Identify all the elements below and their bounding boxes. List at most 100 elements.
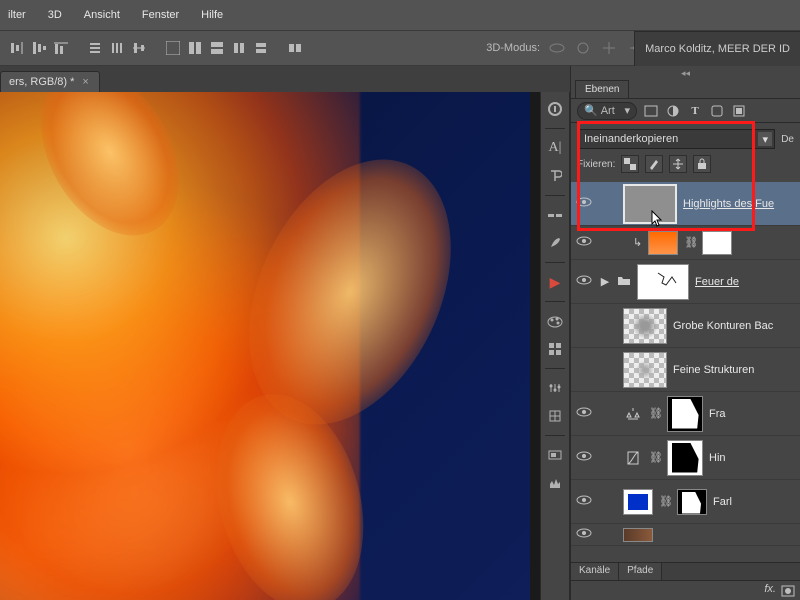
- roll-3d-icon[interactable]: [574, 39, 592, 57]
- menu-fenster[interactable]: Fenster: [142, 9, 179, 21]
- layer-filter-type[interactable]: 🔍 Art ▾: [577, 102, 637, 120]
- visibility-icon[interactable]: [575, 406, 593, 421]
- layer-mask-thumbnail[interactable]: [702, 231, 732, 255]
- orbit-3d-icon[interactable]: [548, 39, 566, 57]
- layer-mask-thumbnail[interactable]: [667, 440, 703, 476]
- styles-panel-icon[interactable]: [544, 405, 566, 427]
- layer-name[interactable]: Fra: [709, 408, 796, 420]
- layer-row[interactable]: ⛓ Hin: [571, 436, 800, 480]
- brushpresets-panel-icon[interactable]: [544, 232, 566, 254]
- tab-ebenen[interactable]: Ebenen: [575, 80, 629, 98]
- layer-thumbnail[interactable]: [623, 489, 653, 515]
- layer-name[interactable]: Feine Strukturen: [673, 364, 796, 376]
- menu-ansicht[interactable]: Ansicht: [84, 9, 120, 21]
- brush-panel-icon[interactable]: [544, 204, 566, 226]
- modus-label: 3D-Modus:: [486, 42, 540, 54]
- filter-shape-icon[interactable]: [709, 103, 725, 119]
- blend-mode-value: Ineinanderkopieren: [584, 133, 678, 145]
- layer-thumbnail[interactable]: [637, 264, 689, 300]
- paragraph-panel-icon[interactable]: [544, 165, 566, 187]
- work-area: [0, 92, 570, 600]
- histogram-panel-icon[interactable]: [544, 472, 566, 494]
- lock-all-icon[interactable]: [693, 155, 711, 173]
- layer-mask-thumbnail[interactable]: [677, 489, 707, 515]
- layer-thumbnail[interactable]: [623, 528, 653, 542]
- visibility-icon[interactable]: [575, 274, 593, 289]
- navigator-panel-icon[interactable]: [544, 444, 566, 466]
- visibility-icon[interactable]: [575, 494, 593, 509]
- visibility-icon[interactable]: [575, 527, 593, 542]
- tab-pfade[interactable]: Pfade: [619, 563, 662, 580]
- link-icon[interactable]: ⛓: [684, 236, 696, 249]
- menu-3d[interactable]: 3D: [48, 9, 62, 21]
- fx-button[interactable]: fx.: [764, 583, 776, 599]
- lock-transparency-icon[interactable]: [621, 155, 639, 173]
- filter-type-icon[interactable]: T: [687, 103, 703, 119]
- workspace-button[interactable]: Marco Kolditz, MEER DER ID: [634, 31, 800, 67]
- distribute-icon[interactable]: [108, 39, 126, 57]
- layer-row[interactable]: ⛓ Fra: [571, 392, 800, 436]
- add-mask-icon[interactable]: [780, 583, 796, 599]
- panel-collapse-icon[interactable]: ◂◂: [681, 68, 690, 79]
- menu-hilfe[interactable]: Hilfe: [201, 9, 223, 21]
- layer-thumbnail[interactable]: [648, 231, 678, 255]
- align-icon[interactable]: [8, 39, 26, 57]
- distribute-icon[interactable]: [252, 39, 270, 57]
- chevron-down-icon: ▾: [758, 132, 772, 146]
- layer-group-row[interactable]: ▶ Feuer de: [571, 260, 800, 304]
- tab-kanaele[interactable]: Kanäle: [571, 563, 619, 580]
- layer-name[interactable]: Farl: [713, 496, 796, 508]
- layer-thumbnail[interactable]: [623, 308, 667, 344]
- lock-position-icon[interactable]: [669, 155, 687, 173]
- document-tab-label: ers, RGB/8) *: [9, 76, 74, 88]
- distribute-icon[interactable]: [186, 39, 204, 57]
- layer-name[interactable]: Highlights des Fue: [683, 198, 796, 210]
- chevron-down-icon: ▾: [624, 103, 630, 119]
- layer-panel-footer: fx.: [571, 580, 800, 600]
- layer-row[interactable]: Feine Strukturen: [571, 348, 800, 392]
- filter-smart-icon[interactable]: [731, 103, 747, 119]
- distribute-icon[interactable]: [86, 39, 104, 57]
- layer-row[interactable]: Grobe Konturen Bac: [571, 304, 800, 348]
- distribute-icon[interactable]: [164, 39, 182, 57]
- document-tab[interactable]: ers, RGB/8) * ×: [0, 71, 100, 92]
- color-panel-icon[interactable]: [544, 310, 566, 332]
- distribute-icon[interactable]: [230, 39, 248, 57]
- layer-thumbnail[interactable]: [623, 184, 677, 224]
- distribute-icon[interactable]: [208, 39, 226, 57]
- properties-panel-icon[interactable]: [544, 98, 566, 120]
- visibility-icon[interactable]: [575, 450, 593, 465]
- character-panel-icon[interactable]: A|: [544, 137, 566, 159]
- auto-align-icon[interactable]: [286, 39, 304, 57]
- distribute-icon[interactable]: [130, 39, 148, 57]
- lock-pixels-icon[interactable]: [645, 155, 663, 173]
- link-icon[interactable]: ⛓: [649, 407, 661, 420]
- layer-row[interactable]: ⛓ Farl: [571, 480, 800, 524]
- layer-mask-thumbnail[interactable]: [667, 396, 703, 432]
- layer-name[interactable]: Grobe Konturen Bac: [673, 320, 796, 332]
- visibility-icon[interactable]: [575, 235, 593, 250]
- layer-name[interactable]: Feuer de: [695, 276, 796, 288]
- close-icon[interactable]: ×: [82, 76, 88, 88]
- layer-row[interactable]: ↳ ⛓: [571, 226, 800, 260]
- expand-icon[interactable]: ▶: [599, 275, 611, 288]
- align-icon[interactable]: [30, 39, 48, 57]
- layer-name[interactable]: Hin: [709, 452, 796, 464]
- layer-row[interactable]: Highlights des Fue: [571, 182, 800, 226]
- menu-filter[interactable]: ilter: [8, 9, 26, 21]
- link-icon[interactable]: ⛓: [659, 495, 671, 508]
- adjustments-panel-icon[interactable]: [544, 377, 566, 399]
- layer-row[interactable]: [571, 524, 800, 546]
- layer-filter-label: Art: [601, 103, 615, 119]
- link-icon[interactable]: ⛓: [649, 451, 661, 464]
- visibility-icon[interactable]: [575, 196, 593, 211]
- filter-pixel-icon[interactable]: [643, 103, 659, 119]
- canvas[interactable]: [0, 92, 530, 600]
- align-icon[interactable]: [52, 39, 70, 57]
- layer-thumbnail[interactable]: [623, 352, 667, 388]
- swatches-panel-icon[interactable]: [544, 338, 566, 360]
- blend-mode-select[interactable]: Ineinanderkopieren ▾: [577, 129, 775, 149]
- pan-3d-icon[interactable]: [600, 39, 618, 57]
- filter-adjust-icon[interactable]: [665, 103, 681, 119]
- history-panel-icon[interactable]: ▶: [544, 271, 566, 293]
